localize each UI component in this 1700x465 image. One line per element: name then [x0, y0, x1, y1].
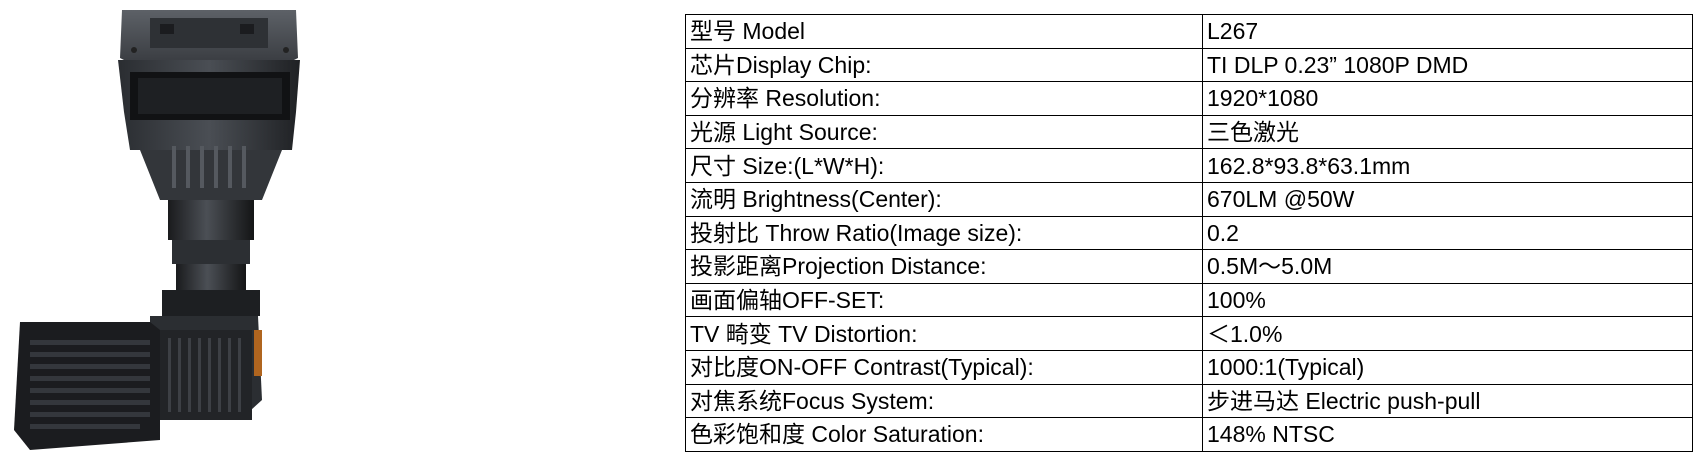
- spec-value: 162.8*93.8*63.1mm: [1202, 148, 1693, 183]
- spec-label: 对比度ON-OFF Contrast(Typical):: [685, 349, 1203, 385]
- table-row: 色彩饱和度 Color Saturation: 148% NTSC: [685, 417, 1693, 452]
- specification-table: 型号 Model L267 芯片Display Chip: TI DLP 0.2…: [685, 14, 1693, 452]
- table-row: 型号 Model L267: [685, 14, 1693, 49]
- spec-value: L267: [1202, 14, 1693, 49]
- table-row: 对比度ON-OFF Contrast(Typical): 1000:1(Typi…: [685, 349, 1693, 385]
- table-row: 投射比 Throw Ratio(Image size): 0.2: [685, 215, 1693, 251]
- spec-label: 型号 Model: [685, 14, 1203, 49]
- spec-label: 对焦系统Focus System:: [685, 383, 1203, 419]
- spec-value: 三色激光: [1202, 114, 1693, 150]
- projector-optical-engine-image: [14, 10, 300, 450]
- spec-label: 分辨率 Resolution:: [685, 81, 1203, 116]
- spec-value: 148% NTSC: [1202, 417, 1693, 452]
- table-row: 光源 Light Source: 三色激光: [685, 114, 1693, 150]
- spec-label: 色彩饱和度 Color Saturation:: [685, 417, 1203, 452]
- spec-label: TV 畸变 TV Distortion:: [685, 316, 1203, 351]
- table-row: TV 畸变 TV Distortion: ＜1.0%: [685, 316, 1693, 351]
- table-row: 流明 Brightness(Center): 670LM @50W: [685, 181, 1693, 217]
- spec-value: 1920*1080: [1202, 81, 1693, 116]
- spec-value: TI DLP 0.23” 1080P DMD: [1202, 47, 1693, 83]
- table-row: 芯片Display Chip: TI DLP 0.23” 1080P DMD: [685, 47, 1693, 83]
- spec-label: 光源 Light Source:: [685, 114, 1203, 150]
- spec-label: 流明 Brightness(Center):: [685, 181, 1203, 217]
- table-row: 画面偏轴OFF-SET: 100%: [685, 282, 1693, 318]
- spec-value: 1000:1(Typical): [1202, 349, 1693, 385]
- table-row: 分辨率 Resolution: 1920*1080: [685, 81, 1693, 116]
- spec-value: 670LM @50W: [1202, 181, 1693, 217]
- spec-value: 0.2: [1202, 215, 1693, 251]
- spec-value: 步进马达 Electric push-pull: [1202, 383, 1693, 419]
- table-row: 对焦系统Focus System: 步进马达 Electric push-pul…: [685, 383, 1693, 419]
- table-row: 投影距离Projection Distance: 0.5M～5.0M: [685, 249, 1693, 284]
- spec-label: 芯片Display Chip:: [685, 47, 1203, 83]
- table-row: 尺寸 Size:(L*W*H): 162.8*93.8*63.1mm: [685, 148, 1693, 183]
- spec-value: ＜1.0%: [1202, 316, 1693, 351]
- spec-label: 投射比 Throw Ratio(Image size):: [685, 215, 1203, 251]
- spec-label: 画面偏轴OFF-SET:: [685, 282, 1203, 318]
- spec-value: 0.5M～5.0M: [1202, 249, 1693, 284]
- spec-value: 100%: [1202, 282, 1693, 318]
- spec-label: 投影距离Projection Distance:: [685, 249, 1203, 284]
- spec-label: 尺寸 Size:(L*W*H):: [685, 148, 1203, 183]
